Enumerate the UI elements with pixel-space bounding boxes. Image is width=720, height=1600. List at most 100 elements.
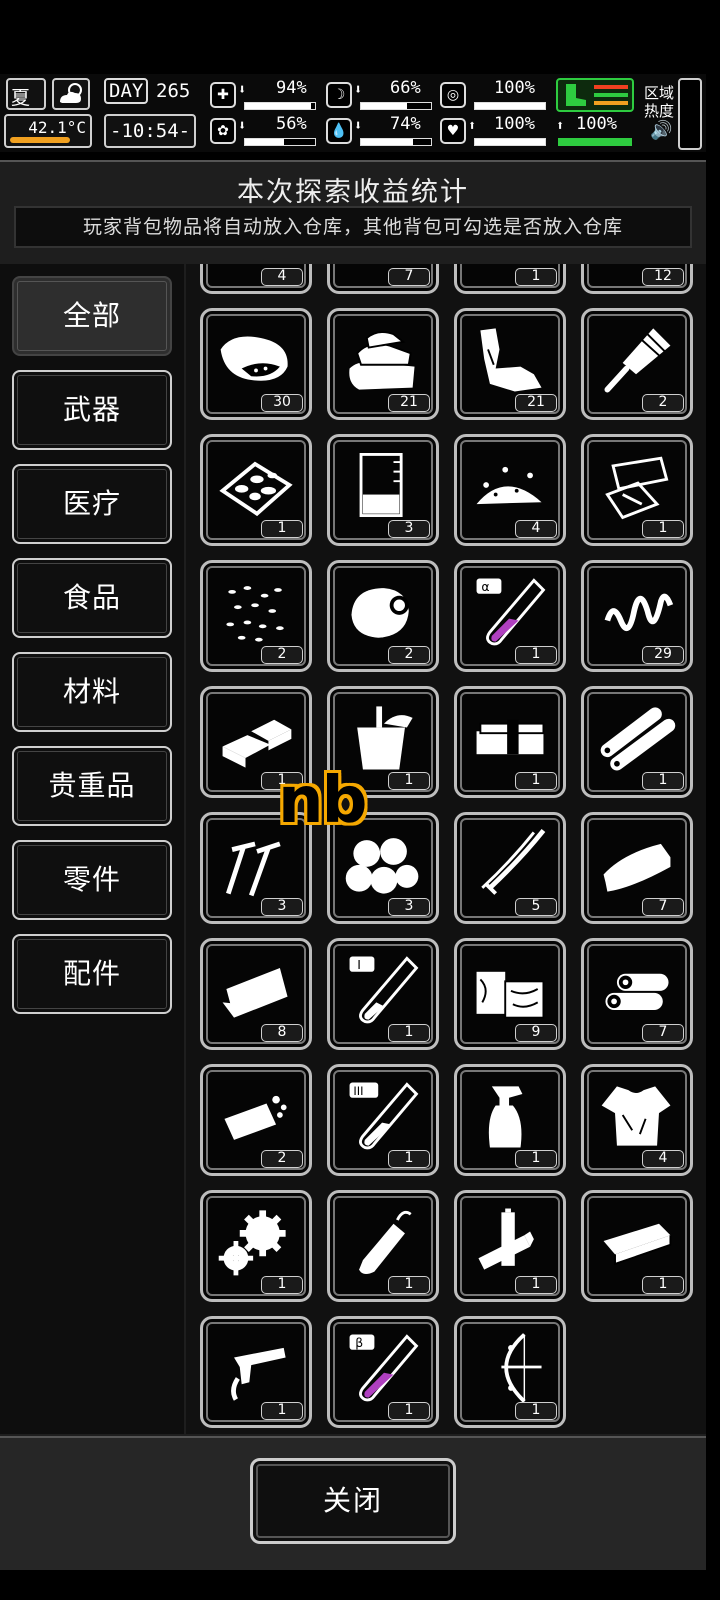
inventory-slot[interactable]: 29: [581, 560, 693, 672]
inventory-slot[interactable]: III 1: [327, 1064, 439, 1176]
stomach-down-arrow: ⬇: [354, 82, 363, 98]
item-count: 1: [261, 520, 303, 538]
inventory-slot[interactable]: 1: [454, 686, 566, 798]
category-medical[interactable]: 医疗: [12, 464, 172, 544]
inventory-slot[interactable]: 1: [200, 1316, 312, 1428]
inventory-slot[interactable]: 1: [454, 1190, 566, 1302]
inventory-slot[interactable]: 9: [454, 938, 566, 1050]
energy-bar: [558, 138, 632, 146]
weather-icon: [52, 78, 90, 110]
category-food[interactable]: 食品: [12, 558, 172, 638]
inventory-slot[interactable]: 1: [327, 1190, 439, 1302]
svg-text:β: β: [355, 1335, 363, 1350]
inventory-slot[interactable]: 5: [454, 812, 566, 924]
inventory-slot[interactable]: 1: [200, 1190, 312, 1302]
inventory-slot[interactable]: 1: [581, 434, 693, 546]
water-drop-icon: 💧: [326, 118, 352, 144]
item-count: 2: [261, 1150, 303, 1168]
item-count: 12: [642, 268, 684, 286]
inventory-slot[interactable]: 4: [200, 264, 312, 294]
mental-down-arrow: ⬇: [238, 118, 247, 134]
item-count: 1: [261, 1276, 303, 1294]
item-count: 29: [642, 646, 684, 664]
inventory-slot[interactable]: 7: [581, 812, 693, 924]
item-count: 4: [515, 520, 557, 538]
item-count: 8: [261, 1024, 303, 1042]
item-count: 1: [388, 1024, 430, 1042]
item-count: 2: [642, 394, 684, 412]
region-heat-meter: [678, 78, 702, 150]
item-count: 1: [515, 772, 557, 790]
inventory-slot[interactable]: 2: [581, 308, 693, 420]
stamina-value: 100%: [494, 78, 535, 98]
svg-text:α: α: [481, 579, 489, 594]
category-weapons[interactable]: 武器: [12, 370, 172, 450]
inventory-slot[interactable]: 1: [581, 686, 693, 798]
item-count: 1: [388, 1276, 430, 1294]
brain-icon: ✿: [210, 118, 236, 144]
inventory-slot[interactable]: 4: [581, 1064, 693, 1176]
stomach-bar: [360, 102, 432, 110]
nb-overlay-text: nb: [278, 764, 367, 838]
inventory-slot[interactable]: 1: [454, 1064, 566, 1176]
inventory-slot[interactable]: 2: [200, 560, 312, 672]
loot-summary-panel: 本次探索收益统计 玩家背包物品将自动放入仓库，其他背包可勾选是否放入仓库 全部 …: [0, 160, 706, 1570]
temperature-box: 42.1°C: [4, 114, 92, 148]
speaker-icon[interactable]: 🔊: [650, 120, 672, 141]
item-count: 21: [388, 394, 430, 412]
heart-value: 100%: [494, 114, 535, 134]
category-sidebar: 全部 武器 医疗 食品 材料 贵重品 零件 配件: [0, 264, 184, 1434]
stomach-value: 66%: [390, 78, 421, 98]
item-count: 1: [642, 520, 684, 538]
item-count: 1: [261, 1402, 303, 1420]
inventory-slot[interactable]: 1: [581, 1190, 693, 1302]
category-all[interactable]: 全部: [12, 276, 172, 356]
category-materials[interactable]: 材料: [12, 652, 172, 732]
category-accessories[interactable]: 配件: [12, 934, 172, 1014]
item-count: 9: [515, 1024, 557, 1042]
inventory-slot[interactable]: 7: [581, 938, 693, 1050]
inventory-slot[interactable]: I1: [327, 938, 439, 1050]
item-count: 4: [642, 1150, 684, 1168]
item-count: 3: [388, 520, 430, 538]
inventory-slot[interactable]: 12: [581, 264, 693, 294]
inventory-slot[interactable]: α1: [454, 560, 566, 672]
category-valuables[interactable]: 贵重品: [12, 746, 172, 826]
inventory-slot[interactable]: 21: [327, 308, 439, 420]
inventory-slot[interactable]: 1: [200, 434, 312, 546]
svg-text:III: III: [353, 1084, 363, 1098]
heat-label: 热度: [644, 102, 675, 120]
day-label: DAY: [104, 78, 149, 104]
health-bar: [244, 102, 316, 110]
inventory-slot[interactable]: 4: [454, 434, 566, 546]
health-down-arrow: ⬇: [238, 82, 247, 98]
panel-title: 本次探索收益统计: [237, 177, 469, 208]
category-parts[interactable]: 零件: [12, 840, 172, 920]
item-count: 2: [261, 646, 303, 664]
season-badge: 夏: [6, 78, 46, 110]
inventory-slot[interactable]: 3: [327, 434, 439, 546]
inventory-slot[interactable]: 21: [454, 308, 566, 420]
inventory-slot[interactable]: β1: [327, 1316, 439, 1428]
inventory-slot[interactable]: 1: [454, 264, 566, 294]
inventory-slot[interactable]: 30: [200, 308, 312, 420]
inventory-slot[interactable]: 1: [454, 1316, 566, 1428]
stamina-bar: [474, 102, 546, 110]
item-count: 4: [261, 268, 303, 286]
inventory-slot[interactable]: 2: [327, 560, 439, 672]
inventory-slot[interactable]: 2: [200, 1064, 312, 1176]
item-count: 1: [642, 1276, 684, 1294]
inventory-slot[interactable]: 7: [327, 264, 439, 294]
inventory-slot[interactable]: 8: [200, 938, 312, 1050]
item-count: 21: [515, 394, 557, 412]
stamina-icon: ◎: [440, 82, 466, 108]
heart-bar: [474, 138, 546, 146]
mental-bar: [244, 138, 316, 146]
footer-bar: 关闭: [0, 1436, 706, 1570]
item-count: 7: [642, 1024, 684, 1042]
close-button[interactable]: 关闭: [250, 1458, 456, 1544]
item-count: 2: [388, 646, 430, 664]
item-grid[interactable]: 4 7 1 12 30 21 21 2 1 3 4 1 2 2 α 1 29 1 1 1 1 3 3 5 7 8 I 1 9 7 2 III 1…: [186, 264, 706, 1434]
water-down-arrow: ⬇: [354, 118, 363, 134]
medkit-icon: ✚: [210, 82, 236, 108]
